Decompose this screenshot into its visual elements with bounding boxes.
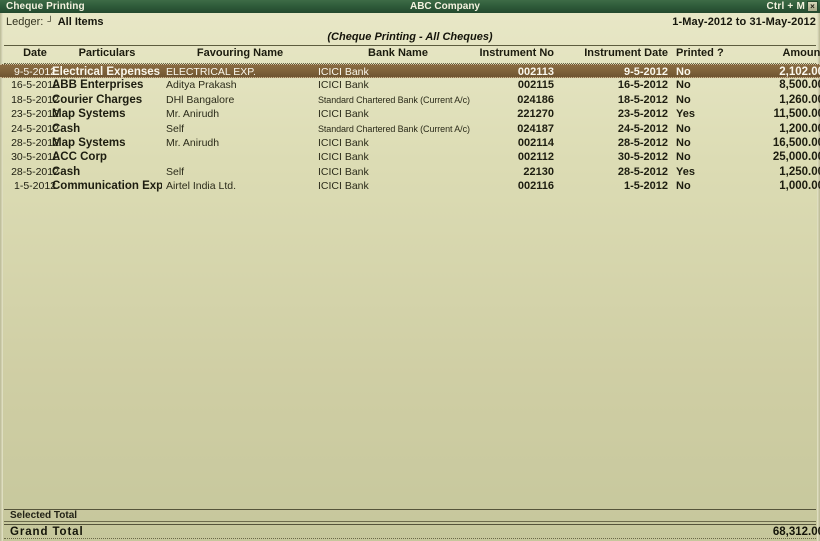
footer-rule-c xyxy=(4,524,816,525)
cell-instrument-no: 22130 xyxy=(523,165,554,178)
cell-particulars: Courier Charges xyxy=(52,93,143,106)
cell-favouring-name: Mr. Anirudh xyxy=(166,108,220,121)
ledger-filter[interactable]: Ledger: ┘ All Items xyxy=(6,16,104,28)
cell-particulars: Communication Exp xyxy=(52,180,162,193)
ledger-marker-icon: ┘ xyxy=(47,16,54,26)
footer-rule-bottom xyxy=(4,538,816,539)
cell-instrument-date: 23-5-2012 xyxy=(617,108,668,121)
cell-instrument-date: 9-5-2012 xyxy=(623,66,668,78)
cell-amount: 2,102.00 xyxy=(779,66,820,78)
window-title-bar: Cheque Printing ABC Company Ctrl + M × xyxy=(0,0,820,13)
report-caption: (Cheque Printing - All Cheques) xyxy=(327,31,493,43)
table-row[interactable]: 9-5-2012 Electrical Expenses ELECTRICAL EX… xyxy=(0,64,820,79)
cell-instrument-no: 024186 xyxy=(517,93,554,106)
column-header-particulars: Particulars xyxy=(78,47,136,59)
cell-favouring-name: Self xyxy=(166,122,185,135)
cell-instrument-no: 002112 xyxy=(517,151,554,164)
cell-amount: 1,000.00 xyxy=(779,180,820,193)
table-row[interactable]: 28-5-2012 Map Systems Mr. Anirudh ICICI Ban… xyxy=(0,136,820,150)
cell-favouring-name: ELECTRICAL EXP. xyxy=(166,66,256,78)
report-subheader: Ledger: ┘ All Items 1-May-2012 to 31-May… xyxy=(0,13,820,31)
cell-particulars: Map Systems xyxy=(52,136,126,149)
column-header-instrument-date: Instrument Date xyxy=(584,47,668,59)
cell-instrument-no: 002113 xyxy=(517,66,554,78)
cell-amount: 11,500.00 xyxy=(773,108,820,121)
cell-favouring-name: Airtel India Ltd. xyxy=(166,180,237,193)
ledger-value: All Items xyxy=(57,16,104,28)
cell-favouring-name: Aditya Prakash xyxy=(166,79,237,92)
cell-favouring-name: Self xyxy=(166,165,185,178)
table-row[interactable]: 18-5-2012 Courier Charges DHl Bangalore Sta… xyxy=(0,93,820,107)
cell-particulars: Electrical Expenses xyxy=(52,66,161,78)
grand-total-amount: 68,312.00 xyxy=(772,526,820,538)
column-header-instrument-no: Instrument No xyxy=(479,47,554,59)
column-header-amount: Amount xyxy=(782,47,820,59)
cell-amount: 16,500.00 xyxy=(772,136,820,149)
shortcut-hint-label: Ctrl + M xyxy=(766,1,805,12)
table-row[interactable]: 1-5-2012 Communication Exp Airtel India Lt… xyxy=(0,179,820,193)
table-header: Date Particulars Favouring Name Bank Nam… xyxy=(0,45,820,64)
close-icon[interactable]: × xyxy=(807,1,818,12)
cell-particulars: ACC Corp xyxy=(52,151,107,164)
cell-favouring-name: Mr. Anirudh xyxy=(166,136,220,149)
cell-amount: 1,200.00 xyxy=(779,122,820,135)
cell-instrument-date: 24-5-2012 xyxy=(617,122,668,135)
titlebar-actions: Ctrl + M × xyxy=(670,1,820,12)
cell-amount: 1,250.00 xyxy=(779,165,820,178)
window-title: Cheque Printing xyxy=(6,1,85,12)
table-row[interactable]: 28-5-2012 Cash Self ICICI Bank 22130 28-5-201… xyxy=(0,165,820,179)
cell-particulars: Map Systems xyxy=(52,108,126,121)
cell-instrument-no: 221270 xyxy=(517,108,554,121)
cell-favouring-name: DHl Bangalore xyxy=(166,93,235,106)
cell-instrument-no: 002115 xyxy=(517,79,554,92)
cell-instrument-date: 28-5-2012 xyxy=(617,136,668,149)
header-rule-top xyxy=(4,45,816,46)
cell-instrument-date: 30-5-2012 xyxy=(617,151,668,164)
footer-rule-a xyxy=(4,509,816,510)
table-row[interactable]: 23-5-2012 Map Systems Mr. Anirudh ICICI Ban… xyxy=(0,107,820,121)
selected-total-label: Selected Total xyxy=(10,510,78,521)
ledger-label: Ledger: xyxy=(6,16,44,28)
cell-instrument-date: 1-5-2012 xyxy=(623,180,668,193)
cell-instrument-date: 28-5-2012 xyxy=(617,165,668,178)
column-header-favouring-name: Favouring Name xyxy=(196,47,284,59)
cell-particulars: Cash xyxy=(52,122,81,135)
cell-amount: 25,000.00 xyxy=(772,151,820,164)
cheque-table-body: 9-5-2012 Electrical Expenses ELECTRICAL EX… xyxy=(0,64,820,509)
cell-instrument-no: 002114 xyxy=(517,136,554,149)
cell-instrument-date: 18-5-2012 xyxy=(617,93,668,106)
cell-amount: 8,500.00 xyxy=(779,79,820,92)
grand-total-label: Grand Total xyxy=(10,526,84,538)
period-range[interactable]: 1-May-2012 to 31-May-2012 xyxy=(672,16,816,28)
table-row[interactable]: 24-5-2012 Cash Self Standard Chartered Bank… xyxy=(0,122,820,136)
table-row[interactable]: 16-5-2012 ABB Enterprises Aditya Prakash IC… xyxy=(0,78,820,92)
table-footer: Selected Total Grand Total 68,312.00 xyxy=(0,509,820,541)
cell-instrument-date: 16-5-2012 xyxy=(617,79,668,92)
table-row[interactable]: 30-5-2012 ACC Corp ICICI Bank 002112 30-5-20… xyxy=(0,150,820,164)
cell-instrument-no: 002116 xyxy=(517,180,554,193)
cell-particulars: Cash xyxy=(52,165,81,178)
cell-particulars: ABB Enterprises xyxy=(52,79,144,92)
footer-rule-b xyxy=(4,521,816,522)
company-name: ABC Company xyxy=(409,1,480,12)
cell-amount: 1,260.00 xyxy=(779,93,820,106)
cell-instrument-no: 024187 xyxy=(517,122,554,135)
